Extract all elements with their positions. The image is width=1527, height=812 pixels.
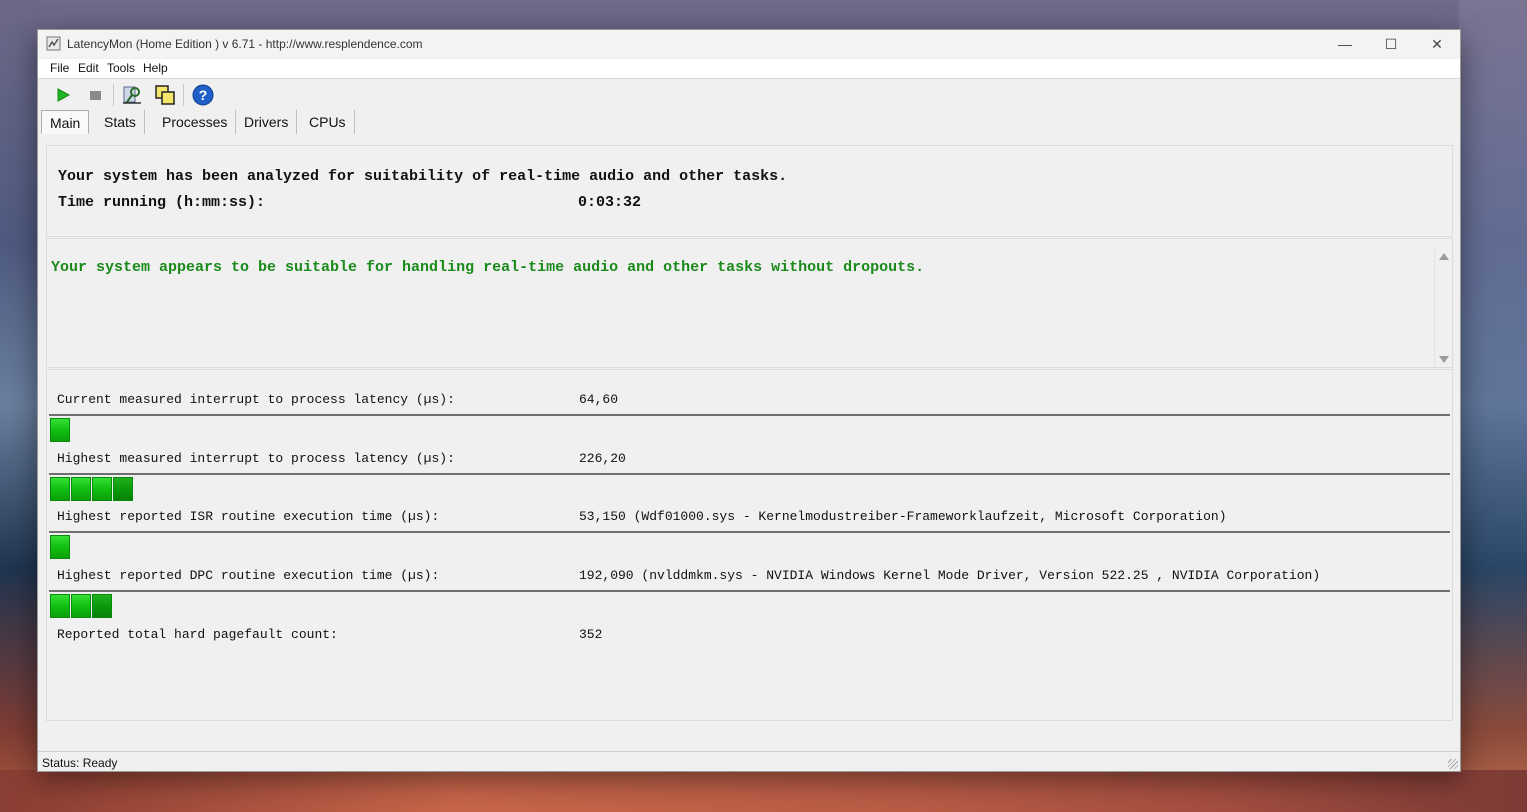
tab-drivers[interactable]: Drivers xyxy=(236,110,298,134)
meter-fill xyxy=(50,418,71,442)
metrics-panel: Current measured interrupt to process la… xyxy=(46,369,1453,721)
copy-icon xyxy=(155,85,175,105)
meter-segment xyxy=(50,535,70,559)
maximize-icon: ☐ xyxy=(1384,36,1398,52)
help-button[interactable]: ? xyxy=(191,83,215,107)
menu-bar: File Edit Tools Help xyxy=(38,59,1460,79)
latencymon-app-icon xyxy=(46,36,61,51)
analyze-icon xyxy=(123,86,141,104)
help-icon: ? xyxy=(192,84,214,106)
metric-label-dpc-time: Highest reported DPC routine execution t… xyxy=(57,568,440,583)
desktop-background-left xyxy=(0,0,40,812)
metric-label-pagefault-count: Reported total hard pagefault count: xyxy=(57,627,338,642)
toolbar: ? xyxy=(38,80,1460,110)
meter-segment xyxy=(50,477,70,501)
title-bar[interactable]: LatencyMon (Home Edition ) v 6.71 - http… xyxy=(38,30,1460,58)
metric-label-isr-time: Highest reported ISR routine execution t… xyxy=(57,509,440,524)
meter-fill xyxy=(50,477,134,501)
metric-label-highest-latency: Highest measured interrupt to process la… xyxy=(57,451,455,466)
analyze-button[interactable] xyxy=(120,83,144,107)
latencymon-window: LatencyMon (Home Edition ) v 6.71 - http… xyxy=(37,29,1461,772)
menu-help[interactable]: Help xyxy=(143,61,168,75)
meter-segment xyxy=(92,477,112,501)
desktop-background-bottom xyxy=(0,770,1527,812)
stop-icon xyxy=(90,91,101,100)
window-title: LatencyMon (Home Edition ) v 6.71 - http… xyxy=(67,37,423,51)
metric-label-current-latency: Current measured interrupt to process la… xyxy=(57,392,455,407)
toolbar-separator xyxy=(113,84,114,106)
tab-main[interactable]: Main xyxy=(41,110,90,134)
time-running-label: Time running (h:mm:ss): xyxy=(58,194,266,211)
metric-value-dpc-time: 192,090 (nvlddmkm.sys - NVIDIA Windows K… xyxy=(579,568,1321,583)
stop-button[interactable] xyxy=(83,83,107,107)
meter-segment xyxy=(113,477,133,501)
tab-cpus[interactable]: CPUs xyxy=(301,110,355,134)
summary-panel: Your system has been analyzed for suitab… xyxy=(46,145,1453,237)
menu-edit[interactable]: Edit xyxy=(78,61,99,75)
close-button[interactable]: ✕ xyxy=(1414,30,1460,58)
tab-bar: Main Stats Processes Drivers CPUs xyxy=(38,110,1460,135)
status-text: Status: Ready xyxy=(42,756,118,770)
tab-processes[interactable]: Processes xyxy=(154,110,237,134)
desktop-background-right xyxy=(1459,0,1527,812)
meter-highest-latency xyxy=(49,473,1450,502)
scroll-down-icon[interactable] xyxy=(1439,356,1449,363)
meter-segment xyxy=(50,418,70,442)
play-icon xyxy=(57,88,71,102)
toolbar-separator xyxy=(183,84,184,106)
start-button[interactable] xyxy=(51,83,75,107)
verdict-text: Your system appears to be suitable for h… xyxy=(51,259,925,276)
analysis-summary-text: Your system has been analyzed for suitab… xyxy=(58,168,788,185)
metric-value-pagefault-count: 352 xyxy=(579,627,603,642)
resize-grip-icon[interactable] xyxy=(1448,759,1458,769)
metric-value-highest-latency: 226,20 xyxy=(579,451,626,466)
meter-segment xyxy=(71,477,91,501)
verdict-scrollbar[interactable] xyxy=(1434,249,1452,367)
metric-value-current-latency: 64,60 xyxy=(579,392,619,407)
tab-stats[interactable]: Stats xyxy=(96,110,145,134)
minimize-icon: — xyxy=(1338,36,1352,52)
svg-text:?: ? xyxy=(199,87,208,103)
time-running-value: 0:03:32 xyxy=(578,194,642,211)
verdict-panel: Your system appears to be suitable for h… xyxy=(46,238,1453,368)
meter-current-latency xyxy=(49,414,1450,443)
copy-button[interactable] xyxy=(153,83,177,107)
minimize-button[interactable]: — xyxy=(1322,30,1368,58)
meter-fill xyxy=(50,535,71,559)
maximize-button[interactable]: ☐ xyxy=(1368,30,1414,58)
metric-value-isr-time: 53,150 (Wdf01000.sys - Kernelmodustreibe… xyxy=(579,509,1227,524)
meter-segment xyxy=(71,594,91,618)
menu-tools[interactable]: Tools xyxy=(107,61,135,75)
meter-dpc-time xyxy=(49,590,1450,619)
meter-isr-time xyxy=(49,531,1450,560)
status-bar: Status: Ready xyxy=(38,751,1460,771)
menu-file[interactable]: File xyxy=(50,61,69,75)
meter-segment xyxy=(92,594,112,618)
scroll-up-icon[interactable] xyxy=(1439,253,1449,260)
meter-segment xyxy=(50,594,70,618)
close-icon: ✕ xyxy=(1431,36,1443,52)
meter-fill xyxy=(50,594,113,618)
